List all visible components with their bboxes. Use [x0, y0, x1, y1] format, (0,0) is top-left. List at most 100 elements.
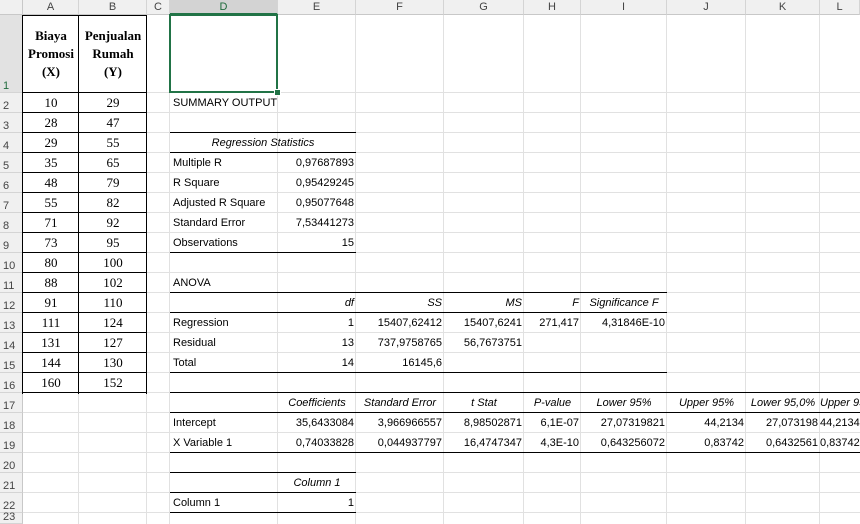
stat-label: Standard Error [173, 217, 246, 229]
coef-value: 35,6433084 [295, 417, 354, 429]
row-header-22[interactable]: 22 [0, 493, 23, 513]
stat-value: 0,97687893 [295, 157, 354, 169]
row-header-2[interactable]: 2 [0, 93, 23, 113]
data-table-border [22, 332, 147, 333]
regression-stats-title: Regression Statistics [211, 137, 315, 149]
data-x-cell: 144 [41, 355, 61, 370]
summary-title: SUMMARY OUTPUT [173, 97, 278, 109]
anova-ss: 737,9758765 [377, 337, 442, 349]
row-header-1[interactable]: 1 [0, 15, 23, 93]
column-header-c[interactable]: C [147, 0, 170, 15]
data-table-border [22, 252, 147, 253]
anova-df: 13 [341, 337, 354, 349]
coef-value: 16,4747347 [463, 437, 522, 449]
stat-label: Adjusted R Square [173, 197, 266, 209]
row-header-17[interactable]: 17 [0, 393, 23, 413]
gridline-horizontal [23, 512, 860, 513]
row-header-18[interactable]: 18 [0, 413, 23, 433]
data-x-cell: 111 [41, 315, 61, 330]
column-header-d[interactable]: D [170, 0, 278, 15]
gridline-horizontal [23, 152, 860, 153]
anova-ms: 56,7673751 [463, 337, 522, 349]
row-header-16[interactable]: 16 [0, 373, 23, 393]
stat-value: 0,95077648 [295, 197, 354, 209]
column-header-g[interactable]: G [444, 0, 524, 15]
row-header-9[interactable]: 9 [0, 233, 23, 253]
data-header-b-line-1: Rumah [92, 46, 134, 61]
coef-value: 0,83742 [704, 437, 744, 449]
coef-value: 27,073198 [766, 417, 818, 429]
coef-value: 4,3E-10 [540, 437, 579, 449]
table-border-top [170, 132, 356, 133]
coef-row-label: X Variable 1 [173, 437, 233, 449]
column-header-j[interactable]: J [667, 0, 746, 15]
anova-row-label: Regression [173, 317, 229, 329]
column-header-b[interactable]: B [79, 0, 147, 15]
data-x-cell: 131 [41, 335, 61, 350]
data-y-cell: 127 [103, 335, 123, 350]
data-y-cell: 152 [103, 375, 123, 390]
column-header-i[interactable]: I [581, 0, 667, 15]
coef-header: Lower 95% [596, 397, 652, 409]
coef-value: 44,2134 [704, 417, 744, 429]
spreadsheet-grid[interactable]: A B C D E F G H I J K L 1 2 3 4 5 6 7 8 9 10 11 12 13 14 15 16 17 18 1… [0, 0, 860, 524]
anova-header: MS [505, 297, 523, 309]
coef-row-label: Intercept [173, 417, 216, 429]
gridline-horizontal [23, 172, 860, 173]
anova-sig: 4,31846E-10 [602, 317, 665, 329]
select-all-corner[interactable] [0, 0, 23, 15]
row-header-4[interactable]: 4 [0, 133, 23, 153]
row-header-23[interactable]: 23 [0, 511, 23, 524]
gridline-horizontal [23, 192, 860, 193]
column-header-k[interactable]: K [746, 0, 820, 15]
data-table-border [22, 352, 147, 353]
row-header-6[interactable]: 6 [0, 173, 23, 193]
anova-f: 271,417 [539, 317, 579, 329]
column-header-a[interactable]: A [23, 0, 79, 15]
data-header-a-line-1: Promosi [28, 46, 74, 61]
coef-value: 0,74033828 [295, 437, 354, 449]
gridline-horizontal [23, 272, 860, 273]
row-header-12[interactable]: 12 [0, 293, 23, 313]
gridline-horizontal [23, 112, 860, 113]
column-header-l[interactable]: L [820, 0, 860, 15]
column-header-h[interactable]: H [524, 0, 581, 15]
row-header-15[interactable]: 15 [0, 353, 23, 373]
row-header-5[interactable]: 5 [0, 153, 23, 173]
table-border-bottom [170, 512, 356, 513]
anova-ss: 16145,6 [402, 357, 442, 369]
row-header-21[interactable]: 21 [0, 473, 23, 493]
data-table-border [22, 232, 147, 233]
corr-header: Column 1 [293, 477, 341, 489]
anova-title: ANOVA [173, 277, 211, 289]
data-x-cell: 91 [44, 295, 58, 310]
row-header-7[interactable]: 7 [0, 193, 23, 213]
table-border-bottom [170, 452, 860, 453]
data-table-border [22, 312, 147, 313]
row-header-19[interactable]: 19 [0, 433, 23, 453]
data-header-a-line-2: (X) [41, 64, 61, 79]
coef-value: 0,8374205 [820, 437, 860, 449]
row-header-11[interactable]: 11 [0, 273, 23, 293]
active-cell-selection[interactable] [169, 14, 278, 93]
data-x-cell: 73 [44, 235, 58, 250]
data-y-cell: 82 [106, 195, 120, 210]
data-x-cell: 160 [41, 375, 61, 390]
coef-value: 3,966966557 [377, 417, 442, 429]
data-table-border [22, 372, 147, 373]
anova-row-label: Total [173, 357, 197, 369]
column-header-f[interactable]: F [356, 0, 444, 15]
table-border-bottom [170, 372, 667, 373]
row-header-14[interactable]: 14 [0, 333, 23, 353]
anova-sig [581, 333, 667, 353]
row-header-13[interactable]: 13 [0, 313, 23, 333]
coef-value: 6,1E-07 [540, 417, 579, 429]
data-table-border [22, 192, 147, 193]
data-y-cell: 92 [106, 215, 120, 230]
column-header-e[interactable]: E [278, 0, 356, 15]
row-header-10[interactable]: 10 [0, 253, 23, 273]
row-header-8[interactable]: 8 [0, 213, 23, 233]
data-x-cell: 29 [44, 135, 58, 150]
row-header-20[interactable]: 20 [0, 453, 23, 473]
row-header-3[interactable]: 3 [0, 113, 23, 133]
